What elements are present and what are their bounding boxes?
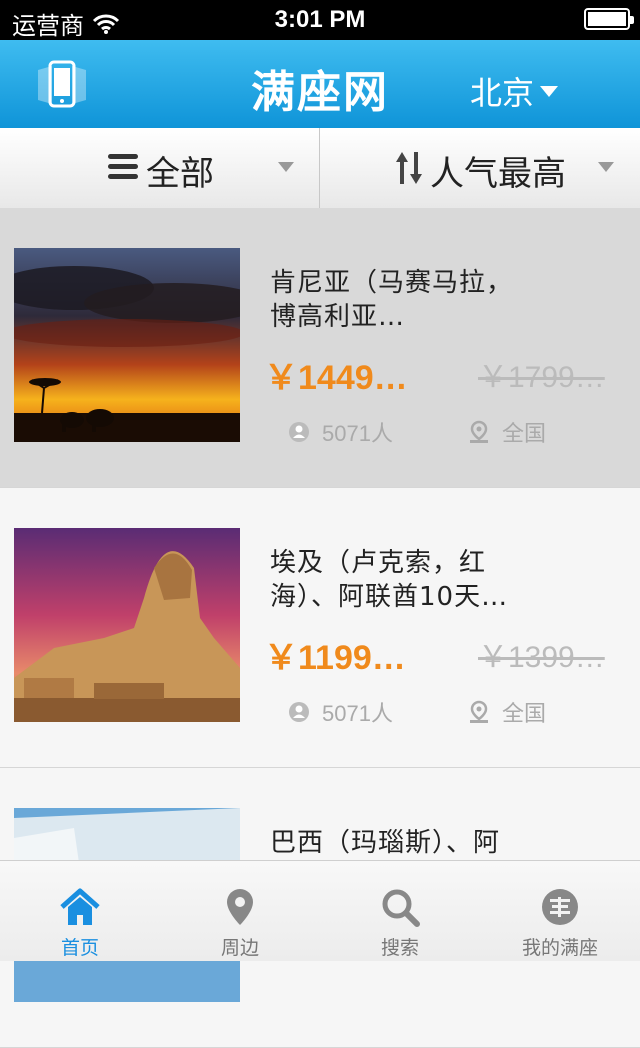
menu-list-icon [108, 154, 138, 182]
tab-home[interactable]: 首页 [0, 861, 160, 961]
home-icon [60, 888, 100, 925]
list-item[interactable]: 肯尼亚（马赛马拉，博高利亚… ￥1449… ￥1799… 5071人 全国 [0, 208, 640, 488]
tab-label: 周边 [220, 937, 259, 959]
deal-people-count: 5071人 [288, 416, 393, 448]
deal-area: 全国 [468, 696, 546, 728]
tab-label: 首页 [60, 937, 99, 959]
status-bar: 运营商 3:01 PM [0, 0, 640, 40]
deal-price: ￥1199… [264, 639, 406, 677]
sort-filter-label: 人气最高 [430, 154, 566, 194]
list-item[interactable]: 埃及（卢克索，红海）、阿联酋10天… ￥1199… ￥1399… 5071人 全… [0, 488, 640, 768]
people-count-label: 5071人 [322, 421, 393, 446]
chevron-down-icon [540, 85, 559, 97]
location-pin-icon [470, 420, 488, 443]
area-label: 全国 [502, 421, 547, 446]
chevron-down-icon [598, 162, 614, 172]
tab-my-account[interactable]: 我的满座 [480, 861, 640, 961]
city-label: 北京 [470, 74, 535, 112]
category-filter-label: 全部 [146, 154, 214, 194]
tab-label: 我的满座 [521, 937, 598, 959]
deal-title: 埃及（卢克索，红海）、阿联酋10天… [270, 548, 509, 612]
city-selector[interactable]: 北京 [470, 68, 559, 114]
area-label: 全国 [502, 701, 547, 726]
deal-title: 巴西（玛瑙斯）、阿 [270, 828, 501, 858]
deal-image-egypt-sphinx [14, 528, 240, 722]
deal-original-price: ￥1399… [478, 641, 605, 674]
nav-bar: 满座网 北京 [0, 40, 640, 128]
deal-area: 全国 [468, 416, 546, 448]
tab-bar: 首页 周边 搜索 我的满座 [0, 860, 640, 961]
user-icon [289, 422, 309, 442]
filter-bar: 全部 人气最高 [0, 128, 640, 209]
battery-icon [584, 8, 634, 30]
search-icon [382, 889, 420, 927]
deal-price: ￥1449… [264, 359, 408, 397]
deal-image-kenya-sunset [14, 248, 240, 442]
user-icon [289, 702, 309, 722]
location-pin-icon [470, 700, 488, 723]
people-count-label: 5071人 [322, 701, 393, 726]
tab-search[interactable]: 搜索 [320, 861, 480, 961]
status-time: 3:01 PM [274, 6, 366, 33]
deal-original-price: ￥1799… [478, 361, 605, 394]
location-pin-icon [227, 889, 253, 925]
tab-label: 搜索 [380, 937, 419, 959]
category-filter[interactable]: 全部 [0, 128, 320, 208]
sort-arrows-icon [396, 152, 422, 184]
deal-people-count: 5071人 [288, 696, 393, 728]
profile-badge-icon [542, 889, 578, 925]
sort-filter[interactable]: 人气最高 [320, 128, 640, 208]
chevron-down-icon [278, 162, 294, 172]
tab-nearby[interactable]: 周边 [160, 861, 320, 961]
deal-title: 肯尼亚（马赛马拉，博高利亚… [270, 268, 514, 332]
